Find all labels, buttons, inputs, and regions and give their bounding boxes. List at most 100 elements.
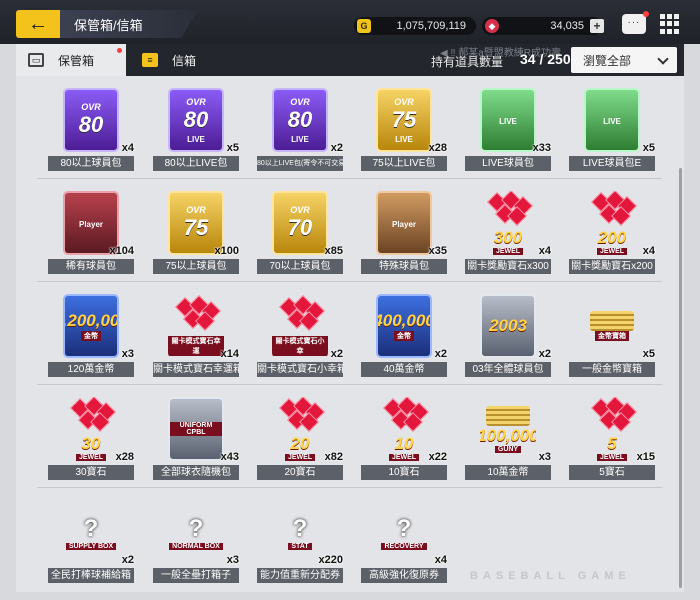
inventory-item[interactable]: 300 JEWEL x4 關卡獎勵寶石x300 — [465, 183, 551, 279]
inventory-item[interactable]: OVR 75 LIVE x28 75以上LIVE包 — [361, 80, 447, 176]
item-tag: JEWEL — [388, 454, 420, 461]
add-gems-button[interactable]: + — [590, 19, 604, 33]
item-count: x4 — [642, 245, 655, 257]
inventory-item[interactable]: 5 JEWEL x15 5寶石 — [569, 389, 655, 485]
item-label: 20寶石 — [257, 465, 343, 480]
item-count: x3 — [121, 348, 134, 360]
gem-pile-icon — [272, 397, 328, 434]
menu-grid-icon[interactable] — [660, 14, 680, 34]
scrollbar[interactable] — [679, 168, 682, 588]
item-count: x14 — [220, 348, 239, 360]
tab-mail[interactable]: ≡ 信箱 — [126, 44, 226, 76]
item-type-tag: LIVE — [291, 134, 309, 144]
inventory-item[interactable]: 2003 x2 03年全體球員包 — [465, 286, 551, 382]
ovr-label: OVR — [81, 102, 101, 112]
inventory-item[interactable]: 400,000 金幣 x2 40萬金幣 — [361, 286, 447, 382]
item-icon: 100,000 GUNY — [480, 397, 536, 461]
inventory-item[interactable]: 金幣寶箱 x5 一般金幣寶箱 — [569, 286, 655, 382]
tab-storage-label: 保管箱 — [58, 53, 95, 68]
ovr-value: 80 — [78, 112, 104, 137]
tab-storage[interactable]: ▭ 保管箱 — [16, 44, 126, 76]
ovr-value: 75 — [183, 215, 209, 240]
item-icon: 關卡模式寶石小幸 — [272, 294, 328, 358]
item-label: 70以上球員包 — [257, 259, 343, 274]
inventory-item[interactable]: OVR 80 x4 80以上球員包 — [48, 80, 134, 176]
gem-balance: ◆ 34,035 + — [482, 17, 604, 35]
inventory-item[interactable]: Player x104 稀有球員包 — [48, 183, 134, 279]
storage-icon: ▭ — [28, 53, 44, 67]
item-amount: 300 — [493, 228, 523, 247]
item-count: x4 — [434, 554, 447, 566]
inventory-item[interactable]: ? STAT x220 能力值重新分配券 — [257, 492, 343, 588]
item-amount: 1,200,000 — [63, 311, 119, 330]
item-tag: 金幣 — [394, 331, 414, 341]
item-icon: Player — [376, 191, 432, 255]
item-label: 120萬金幣 — [48, 362, 134, 377]
ovr-label: OVR — [394, 96, 414, 107]
item-tag: JEWEL — [75, 454, 107, 461]
back-button[interactable]: ← — [16, 10, 60, 38]
row-divider — [37, 178, 662, 179]
inventory-item[interactable]: OVR 75 x100 75以上球員包 — [153, 183, 239, 279]
gold-coin-icon: G — [357, 19, 371, 33]
ovr-value: 75 — [391, 106, 417, 132]
gem-pile-icon — [584, 397, 640, 434]
item-icon: 關卡模式寶石幸運 — [168, 294, 224, 358]
item-amount: 200 — [597, 228, 627, 247]
inventory-item[interactable]: ? NORMAL BOX x3 一般全壘打箱子 — [153, 492, 239, 588]
page-title: 保管箱/信箱 — [60, 10, 198, 38]
item-amount: 30 — [81, 434, 101, 453]
filter-selected: 瀏覽全部 — [583, 53, 632, 68]
notification-dot — [643, 11, 649, 17]
inventory-item[interactable]: LIVE x5 LIVE球員包E — [569, 80, 655, 176]
item-tag: JEWEL — [284, 454, 316, 461]
chat-icon[interactable]: ··· — [622, 14, 646, 34]
item-label: 稀有球員包 — [48, 259, 134, 274]
item-count: x35 — [428, 245, 447, 257]
hold-count-label: 持有道具數量 — [431, 55, 504, 69]
inventory-item[interactable]: 10 JEWEL x22 10寶石 — [361, 389, 447, 485]
gem-icon: ◆ — [485, 19, 499, 33]
inventory-item[interactable]: Player x35 特殊球員包 — [361, 183, 447, 279]
watermark: BASEBALL GAME — [470, 570, 631, 582]
item-label: 30寶石 — [48, 465, 134, 480]
row-divider — [37, 487, 662, 488]
item-icon: OVR 80 LIVE — [168, 88, 224, 152]
item-count: x28 — [428, 142, 447, 154]
item-count: x82 — [324, 451, 343, 463]
inventory-item[interactable]: 20 JEWEL x82 20寶石 — [257, 389, 343, 485]
inventory-item[interactable]: ? SUPPLY BOX x2 全民打棒球補給箱 — [48, 492, 134, 588]
item-icon: 金幣寶箱 — [584, 294, 640, 358]
inventory-item[interactable]: 1,200,000金幣x3120萬金幣 — [48, 286, 134, 382]
inventory-item[interactable]: UNIFORM CPBL x43 全部球衣隨機包 — [153, 389, 239, 485]
inventory-item[interactable]: 關卡模式寶石小幸 x2 關卡模式寶石小幸箱 — [257, 286, 343, 382]
item-count: x22 — [428, 451, 447, 463]
item-label: 一般金幣寶箱 — [569, 362, 655, 377]
item-tag: JEWEL — [596, 454, 628, 461]
mystery-box-icon: ? — [188, 514, 204, 542]
item-count: x5 — [642, 142, 655, 154]
inventory-item[interactable]: 100,000 GUNY x3 10萬金幣 — [465, 389, 551, 485]
inventory-item[interactable]: OVR 80 LIVE x2 80以上LIVE包(寄令不可交易) — [257, 80, 343, 176]
item-label: 80以上LIVE包(寄令不可交易) — [257, 156, 343, 171]
inventory-item[interactable]: OVR 80 LIVE x5 80以上LIVE包 — [153, 80, 239, 176]
inventory-item[interactable]: ? RECOVERY x4 高級強化復原券 — [361, 492, 447, 588]
inventory-item[interactable]: 關卡模式寶石幸運 x14 關卡模式寶石幸運箱 — [153, 286, 239, 382]
inventory-item[interactable]: 200 JEWEL x4 關卡獎勵寶石x200 — [569, 183, 655, 279]
item-icon: ? NORMAL BOX — [168, 500, 224, 564]
inventory-item[interactable]: OVR 70 x85 70以上球員包 — [257, 183, 343, 279]
hold-count-value: 34 / 250 — [520, 51, 571, 67]
item-icon: 10 JEWEL — [376, 397, 432, 461]
gem-pile-icon — [584, 191, 640, 228]
item-count: x220 — [318, 554, 343, 566]
chevron-down-icon — [657, 53, 669, 65]
item-type-tag: Player — [391, 219, 417, 229]
ovr-label: OVR — [186, 96, 206, 107]
filter-dropdown[interactable]: 瀏覽全部 — [571, 47, 677, 73]
item-icon: OVR 70 — [272, 191, 328, 255]
inventory-item[interactable]: LIVE x33 LIVE球員包 — [465, 80, 551, 176]
item-amount: 400,000 — [376, 311, 432, 330]
tab-mail-label: 信箱 — [172, 53, 197, 68]
inventory-item[interactable]: 30 JEWEL x28 30寶石 — [48, 389, 134, 485]
item-icon: LIVE — [480, 88, 536, 152]
